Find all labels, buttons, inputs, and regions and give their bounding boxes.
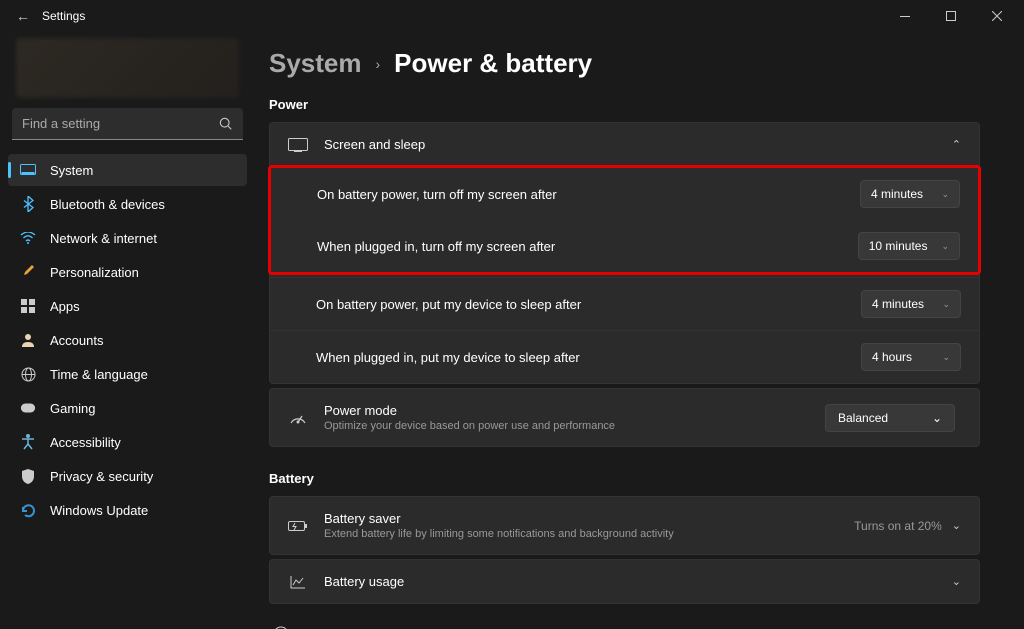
- wifi-icon: [20, 230, 36, 246]
- chevron-down-icon: ⌄: [942, 352, 950, 363]
- apps-icon: [20, 298, 36, 314]
- battery-usage-header[interactable]: Battery usage ⌄: [270, 560, 979, 603]
- setting-label: On battery power, turn off my screen aft…: [317, 187, 844, 202]
- card-subtitle: Optimize your device based on power use …: [324, 420, 809, 432]
- nav-list: System Bluetooth & devices Network & int…: [8, 154, 247, 526]
- search-input[interactable]: [12, 108, 243, 140]
- search-icon: [219, 117, 233, 131]
- gaming-icon: [20, 400, 36, 416]
- sidebar-item-gaming[interactable]: Gaming: [8, 392, 247, 424]
- sidebar-item-system[interactable]: System: [8, 154, 247, 186]
- sidebar-item-time-language[interactable]: Time & language: [8, 358, 247, 390]
- minimize-button[interactable]: [882, 0, 928, 32]
- sidebar-item-label: Privacy & security: [50, 469, 153, 484]
- dropdown-power-mode[interactable]: Balanced⌄: [825, 404, 955, 432]
- breadcrumb-parent[interactable]: System: [269, 48, 362, 79]
- accessibility-icon: [20, 434, 36, 450]
- chevron-down-icon: ⌄: [952, 519, 961, 532]
- close-button[interactable]: [974, 0, 1020, 32]
- sidebar-item-label: Time & language: [50, 367, 148, 382]
- power-mode-header[interactable]: Power mode Optimize your device based on…: [270, 389, 979, 446]
- globe-icon: [20, 366, 36, 382]
- sidebar-item-accessibility[interactable]: Accessibility: [8, 426, 247, 458]
- card-title: Power mode: [324, 403, 809, 418]
- sidebar-item-personalization[interactable]: Personalization: [8, 256, 247, 288]
- setting-label: On battery power, put my device to sleep…: [316, 297, 845, 312]
- dropdown-battery-screen-off[interactable]: 4 minutes⌄: [860, 180, 960, 208]
- status-text: Turns on at 20%: [854, 519, 942, 533]
- person-icon: [20, 332, 36, 348]
- setting-plugged-sleep: When plugged in, put my device to sleep …: [270, 330, 979, 383]
- chevron-down-icon: ⌄: [942, 299, 950, 310]
- update-icon: [20, 502, 36, 518]
- battery-saver-icon: [288, 520, 308, 532]
- titlebar: ← Settings: [0, 0, 1024, 32]
- card-subtitle: Extend battery life by limiting some not…: [324, 528, 838, 540]
- back-button[interactable]: ←: [16, 8, 30, 24]
- main-content: System › Power & battery Power Screen an…: [255, 32, 1024, 629]
- window-title: Settings: [42, 9, 85, 23]
- screen-sleep-card: Screen and sleep ⌃ On battery power, tur…: [269, 122, 980, 384]
- profile-card[interactable]: [16, 38, 239, 98]
- battery-usage-card: Battery usage ⌄: [269, 559, 980, 604]
- breadcrumb-current: Power & battery: [394, 48, 592, 79]
- screen-icon: [288, 138, 308, 152]
- sidebar-item-accounts[interactable]: Accounts: [8, 324, 247, 356]
- system-icon: [20, 162, 36, 178]
- sidebar-item-label: Accessibility: [50, 435, 121, 450]
- chevron-right-icon: ›: [376, 56, 381, 72]
- sidebar-item-bluetooth[interactable]: Bluetooth & devices: [8, 188, 247, 220]
- breadcrumb: System › Power & battery: [269, 48, 980, 79]
- gauge-icon: [288, 411, 308, 425]
- setting-plugged-screen-off: When plugged in, turn off my screen afte…: [271, 220, 978, 272]
- help-row: Get help: [269, 608, 980, 629]
- dropdown-plugged-sleep[interactable]: 4 hours⌄: [861, 343, 961, 371]
- sidebar-item-label: Bluetooth & devices: [50, 197, 165, 212]
- setting-label: When plugged in, turn off my screen afte…: [317, 239, 842, 254]
- sidebar-item-label: Apps: [50, 299, 80, 314]
- sidebar-item-network[interactable]: Network & internet: [8, 222, 247, 254]
- shield-icon: [20, 468, 36, 484]
- battery-saver-card: Battery saver Extend battery life by lim…: [269, 496, 980, 555]
- bluetooth-icon: [20, 196, 36, 212]
- chevron-down-icon: ⌄: [932, 411, 942, 425]
- sidebar-item-label: System: [50, 163, 93, 178]
- sidebar-item-apps[interactable]: Apps: [8, 290, 247, 322]
- chevron-down-icon: ⌄: [941, 241, 949, 252]
- chevron-down-icon: ⌄: [952, 575, 961, 588]
- sidebar-item-label: Gaming: [50, 401, 96, 416]
- sidebar-item-label: Personalization: [50, 265, 139, 280]
- section-power-label: Power: [269, 97, 980, 112]
- sidebar: System Bluetooth & devices Network & int…: [0, 32, 255, 629]
- section-battery-label: Battery: [269, 471, 980, 486]
- setting-battery-screen-off: On battery power, turn off my screen aft…: [271, 168, 978, 220]
- setting-battery-sleep: On battery power, put my device to sleep…: [270, 277, 979, 330]
- chevron-down-icon: ⌄: [941, 189, 949, 200]
- brush-icon: [20, 264, 36, 280]
- search-container: [12, 108, 243, 140]
- sidebar-item-label: Network & internet: [50, 231, 157, 246]
- sidebar-item-label: Windows Update: [50, 503, 148, 518]
- maximize-button[interactable]: [928, 0, 974, 32]
- dropdown-plugged-screen-off[interactable]: 10 minutes⌄: [858, 232, 960, 260]
- sidebar-item-privacy[interactable]: Privacy & security: [8, 460, 247, 492]
- sidebar-item-label: Accounts: [50, 333, 103, 348]
- setting-label: When plugged in, put my device to sleep …: [316, 350, 845, 365]
- chart-icon: [288, 575, 308, 589]
- sidebar-item-windows-update[interactable]: Windows Update: [8, 494, 247, 526]
- card-title: Battery saver: [324, 511, 838, 526]
- card-title: Battery usage: [324, 574, 936, 589]
- screen-sleep-header[interactable]: Screen and sleep ⌃: [270, 123, 979, 166]
- battery-saver-header[interactable]: Battery saver Extend battery life by lim…: [270, 497, 979, 554]
- chevron-up-icon: ⌃: [952, 138, 961, 151]
- card-title: Screen and sleep: [324, 137, 936, 152]
- dropdown-battery-sleep[interactable]: 4 minutes⌄: [861, 290, 961, 318]
- highlight-annotation: On battery power, turn off my screen aft…: [268, 165, 981, 275]
- power-mode-card: Power mode Optimize your device based on…: [269, 388, 980, 447]
